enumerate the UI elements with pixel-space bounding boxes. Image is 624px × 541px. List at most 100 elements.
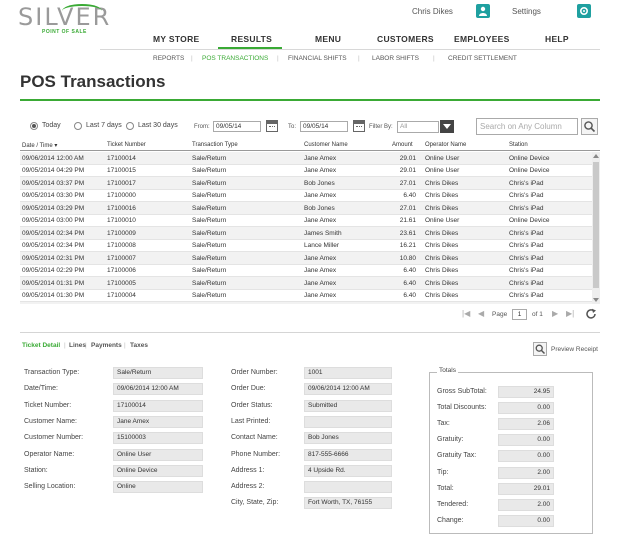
scroll-down-icon[interactable] — [593, 298, 599, 302]
table-row[interactable]: 09/05/2014 02:34 PM 17100008 Sale/Return La… — [20, 240, 592, 252]
nav-menu[interactable]: MENU — [315, 34, 341, 44]
cell-operator: Chris Dikes — [425, 279, 459, 287]
cell-customer: Jane Amex — [304, 279, 337, 287]
radio-last7[interactable] — [74, 122, 82, 130]
cell-amount: 10.80 — [399, 254, 416, 262]
brand-logo[interactable]: SILVER POINT OF SALE — [18, 4, 111, 35]
from-date-input[interactable]: 09/05/14 — [213, 121, 261, 132]
user-icon[interactable] — [476, 4, 490, 18]
nav-customers[interactable]: CUSTOMERS — [377, 34, 434, 44]
subnav-labor-shifts[interactable]: LABOR SHIFTS — [372, 55, 419, 62]
user-name[interactable]: Chris Dikes — [412, 7, 453, 16]
nav-results[interactable]: RESULTS — [231, 34, 272, 44]
scroll-thumb[interactable] — [593, 162, 599, 288]
preview-search-icon[interactable] — [533, 342, 547, 356]
cell-customer: Lance Miller — [304, 242, 340, 249]
subnav-financial-shifts[interactable]: FINANCIAL SHIFTS — [288, 55, 347, 62]
cell-type: Sale/Return — [192, 254, 227, 262]
preview-receipt-button[interactable]: Preview Receipt — [551, 346, 598, 353]
table-row[interactable]: 09/05/2014 04:29 PM 17100015 Sale/Return Ja… — [20, 165, 592, 177]
radio-today-label[interactable]: Today — [42, 122, 61, 129]
field-value: Sale/Return — [113, 367, 203, 379]
next-page-icon[interactable]: ▶ — [552, 309, 558, 318]
page-input[interactable]: 1 — [512, 309, 527, 320]
header-amount[interactable]: Amount — [392, 142, 413, 148]
tab-lines[interactable]: Lines — [69, 342, 86, 349]
cell-ticket: 17100017 — [107, 179, 136, 187]
table-row[interactable]: 09/05/2014 03:00 PM 17100010 Sale/Return Ja… — [20, 215, 592, 227]
first-page-icon[interactable]: |◀ — [462, 309, 470, 318]
table-row[interactable]: 09/05/2014 01:29 PM17100003Sale/ReturnJa… — [20, 302, 592, 304]
cell-ticket: 17100008 — [107, 242, 136, 249]
page-label: Page — [492, 311, 508, 318]
header-station[interactable]: Station — [509, 142, 528, 148]
total-label: Total Discounts: — [437, 404, 487, 412]
section-divider — [20, 332, 600, 333]
cell-date: 09/05/2014 02:31 PM — [22, 254, 85, 262]
header-customer[interactable]: Customer Name — [304, 142, 348, 148]
field-label: Selling Location: — [24, 483, 76, 491]
table-row[interactable]: 09/05/2014 03:29 PM 17100016 Sale/Return Bo… — [20, 202, 592, 215]
table-row[interactable]: 09/05/2014 02:31 PM 17100007 Sale/Return Ja… — [20, 252, 592, 265]
subnav-credit-settlement[interactable]: CREDIT SETTLEMENT — [448, 55, 517, 62]
cell-station: Chris's iPad — [509, 179, 544, 187]
header-operator[interactable]: Operator Name — [425, 142, 466, 148]
cell-operator: Chris Dikes — [425, 292, 459, 299]
subnav-reports[interactable]: REPORTS — [153, 55, 184, 62]
chevron-down-icon[interactable] — [440, 120, 454, 133]
search-icon[interactable] — [581, 118, 598, 135]
nav-help[interactable]: HELP — [545, 34, 569, 44]
cell-amount: 6.40 — [403, 292, 416, 299]
cell-station: Chris's iPad — [509, 229, 544, 237]
tab-ticket-detail[interactable]: Ticket Detail — [22, 342, 60, 349]
radio-today[interactable] — [30, 122, 38, 130]
table-row[interactable]: 09/05/2014 01:31 PM 17100005 Sale/Return Ja… — [20, 277, 592, 290]
refresh-icon[interactable] — [585, 308, 597, 320]
table-row[interactable]: 09/05/2014 03:37 PM 17100017 Sale/Return Bo… — [20, 177, 592, 190]
grid-scrollbar[interactable] — [592, 152, 600, 304]
search-input[interactable]: Search on Any Column — [476, 118, 578, 135]
radio-last30-label[interactable]: Last 30 days — [138, 122, 178, 129]
subnav-pos-transactions[interactable]: POS TRANSACTIONS — [202, 55, 268, 62]
header-ticket[interactable]: Ticket Number — [107, 142, 146, 148]
sort-desc-icon: ▾ — [54, 143, 58, 149]
table-row[interactable]: 09/05/2014 01:30 PM 17100004 Sale/Return Ja… — [20, 290, 592, 302]
gear-icon[interactable] — [577, 4, 591, 18]
filter-bar: Today Last 7 days Last 30 days From: 09/… — [0, 118, 624, 136]
cell-date: 09/05/2014 02:34 PM — [22, 242, 85, 249]
cell-ticket: 17100004 — [107, 292, 136, 299]
cell-amount: 27.01 — [399, 179, 416, 187]
prev-page-icon[interactable]: ◀ — [478, 309, 484, 318]
total-value: 0.00 — [498, 434, 554, 447]
to-date-input[interactable]: 09/05/14 — [300, 121, 348, 132]
table-row[interactable]: 09/05/2014 03:30 PM 17100000 Sale/Return Ja… — [20, 190, 592, 202]
field-label: Order Due: — [231, 385, 266, 393]
calendar-icon[interactable] — [266, 120, 278, 132]
header-date[interactable]: Date / Time ▾ — [22, 142, 57, 149]
table-row[interactable]: 09/06/2014 12:00 AM 17100014 Sale/Return Ja… — [20, 152, 592, 165]
field-label: Address 2: — [231, 483, 265, 491]
field-label: Customer Name: — [24, 417, 77, 425]
radio-last7-label[interactable]: Last 7 days — [86, 122, 122, 129]
nav-my-store[interactable]: MY STORE — [153, 34, 200, 44]
table-row[interactable]: 09/05/2014 02:34 PM 17100009 Sale/Return Ja… — [20, 227, 592, 240]
last-page-icon[interactable]: ▶| — [566, 309, 574, 318]
nav-employees[interactable]: EMPLOYEES — [454, 34, 510, 44]
tab-payments[interactable]: Payments — [91, 342, 122, 349]
field-label: Address 1: — [231, 466, 265, 474]
table-row[interactable]: 09/05/2014 02:29 PM 17100006 Sale/Return Ja… — [20, 265, 592, 277]
cell-station: Chris's iPad — [509, 192, 544, 199]
field-value: Jane Amex — [113, 415, 203, 428]
radio-last30[interactable] — [126, 122, 134, 130]
calendar-icon[interactable] — [353, 120, 365, 132]
cell-customer: Jane Amex — [304, 292, 337, 299]
tab-taxes[interactable]: Taxes — [130, 342, 148, 349]
cell-date: 09/05/2014 03:30 PM — [22, 192, 85, 199]
settings-label[interactable]: Settings — [512, 7, 541, 16]
scroll-up-icon[interactable] — [593, 154, 599, 158]
field-value — [304, 481, 392, 494]
cell-station: Chris's iPad — [509, 292, 544, 299]
filter-by-select[interactable]: All — [397, 121, 439, 133]
header-type[interactable]: Transaction Type — [192, 142, 238, 148]
cell-date: 09/06/2014 12:00 AM — [22, 154, 84, 162]
